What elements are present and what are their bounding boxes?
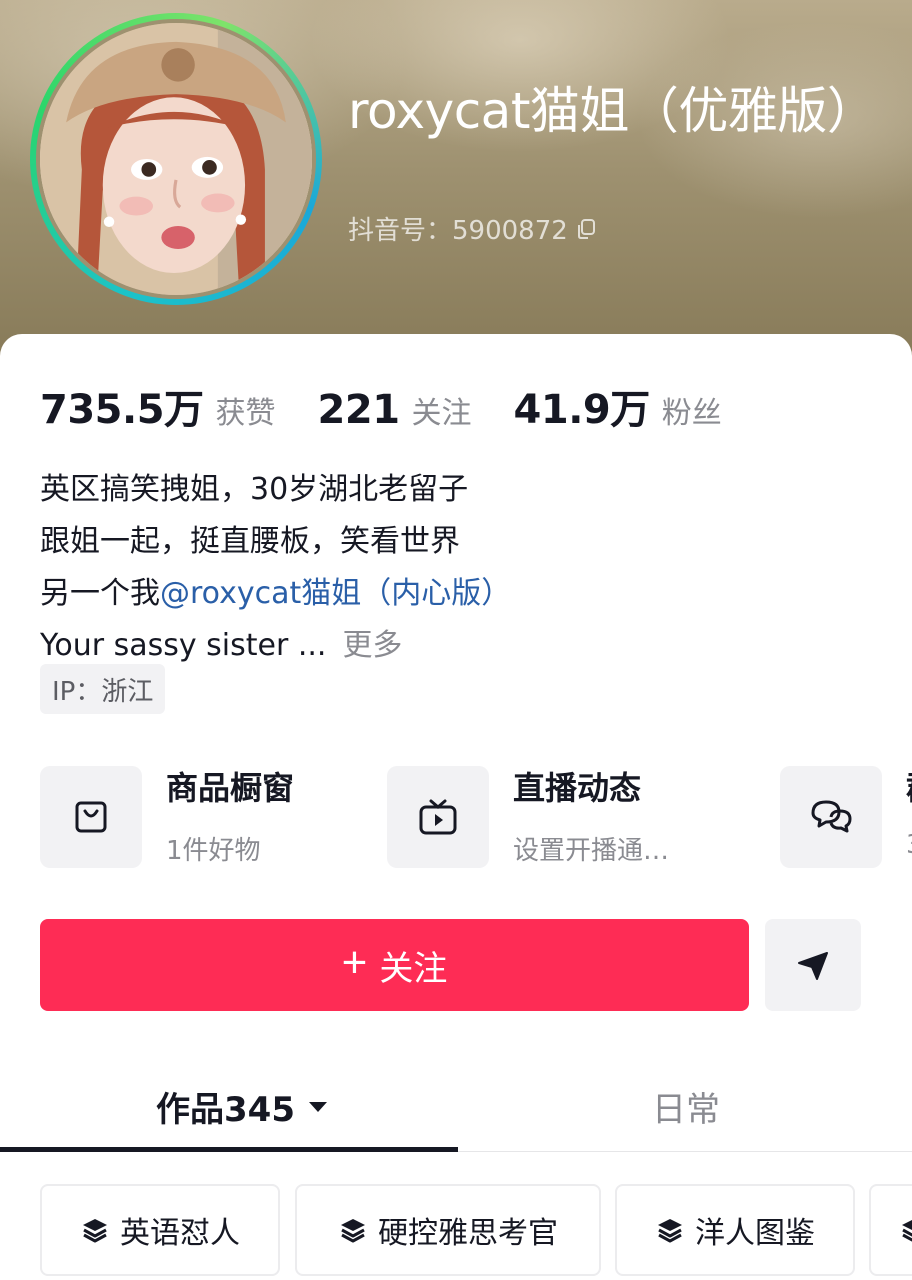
collection-chip[interactable]: 洋人图鉴 <box>615 1184 855 1276</box>
collection-chip[interactable]: 英语怼人 <box>40 1184 280 1276</box>
profile-name: roxycat猫姐（优雅版） <box>348 82 877 140</box>
tool-subtitle: 设置开播通… <box>513 836 670 866</box>
tool-subtitle: 3 <box>906 830 912 860</box>
bio-line: Your sassy sister ... 更多 <box>40 620 860 672</box>
tab-active-indicator <box>0 1147 458 1152</box>
collections-row: 英语怼人 硬控雅思考官 洋人图鉴 <box>40 1184 912 1276</box>
bio-line: 另一个我@roxycat猫姐（内心版） <box>40 568 860 620</box>
content-tabs: 作品345 日常 <box>0 1074 912 1154</box>
follow-button[interactable]: + 关注 <box>40 919 749 1011</box>
tool-subtitle: 1件好物 <box>166 836 261 866</box>
ip-location-tag: IP：浙江 <box>40 664 166 714</box>
douyin-id[interactable]: 抖音号：5900872 <box>348 210 598 247</box>
profile-card: 735.5万 获赞 221 关注 41.9万 粉丝 英区搞笑拽姐，30岁湖北老留… <box>0 334 912 1280</box>
stats-row: 735.5万 获赞 221 关注 41.9万 粉丝 <box>40 377 764 435</box>
collection-label: 英语怼人 <box>120 1216 240 1251</box>
collection-label: 洋人图鉴 <box>695 1216 815 1251</box>
plus-icon: + <box>341 938 368 987</box>
bio-text: 另一个我 <box>40 576 160 611</box>
tab-label: 日常 <box>652 1090 720 1130</box>
copy-icon[interactable] <box>574 217 598 241</box>
send-icon <box>798 952 828 980</box>
mention-link[interactable]: @roxycat猫姐（内心版） <box>160 576 511 611</box>
tool-group[interactable]: 群 3 <box>780 766 912 870</box>
tab-label: 作品345 <box>156 1090 295 1130</box>
caret-down-icon <box>308 1101 327 1112</box>
tab-works[interactable]: 作品345 <box>156 1082 329 1131</box>
follow-label: 关注 <box>379 949 448 988</box>
layers-icon <box>902 1220 912 1242</box>
avatar-portrait-icon <box>40 23 312 295</box>
send-message-button[interactable] <box>765 919 861 1011</box>
tool-title: 直播动态 <box>513 769 642 807</box>
stat-likes[interactable]: 735.5万 获赞 <box>40 377 276 435</box>
bio-text: Your sassy sister ... <box>40 628 327 663</box>
bio: 英区搞笑拽姐，30岁湖北老留子 跟姐一起，挺直腰板，笑看世界 另一个我@roxy… <box>40 464 860 672</box>
tool-shop-window[interactable]: 商品橱窗 1件好物 <box>40 766 294 870</box>
douyin-id-text: 抖音号：5900872 <box>348 216 568 246</box>
stat-value: 41.9万 <box>513 387 651 433</box>
tool-title: 群 <box>906 768 912 808</box>
stat-following[interactable]: 221 关注 <box>318 387 472 433</box>
stat-value: 221 <box>317 387 401 433</box>
stat-label: 粉丝 <box>661 396 722 431</box>
tool-live[interactable]: 直播动态 设置开播通… <box>387 766 669 870</box>
avatar-ring <box>30 13 322 305</box>
profile-banner: roxycat猫姐（优雅版） 抖音号：5900872 <box>0 0 912 380</box>
collection-label: 硬控雅思考官 <box>378 1216 558 1251</box>
tool-title: 商品橱窗 <box>166 769 295 807</box>
stat-followers[interactable]: 41.9万 粉丝 <box>514 377 722 435</box>
avatar[interactable] <box>40 23 312 295</box>
shopping-bag-icon <box>40 766 142 868</box>
layers-icon <box>83 1219 107 1243</box>
bio-line: 英区搞笑拽姐，30岁湖北老留子 <box>40 472 469 507</box>
layers-icon <box>341 1219 365 1243</box>
layers-icon <box>658 1219 682 1243</box>
more-link[interactable]: 更多 <box>342 628 402 663</box>
collection-chip[interactable]: 硬控雅思考官 <box>295 1184 601 1276</box>
stat-label: 关注 <box>411 396 472 431</box>
stat-value: 735.5万 <box>40 387 204 433</box>
bio-line: 跟姐一起，挺直腰板，笑看世界 <box>40 524 460 559</box>
tab-daily[interactable]: 日常 <box>652 1082 720 1131</box>
tv-play-icon <box>387 766 489 868</box>
tools-row: 商品橱窗 1件好物 直播动态 设置开播通… <box>40 766 912 870</box>
collection-chip[interactable] <box>869 1184 912 1276</box>
chat-bubbles-icon <box>780 766 882 868</box>
stat-label: 获赞 <box>215 396 276 431</box>
